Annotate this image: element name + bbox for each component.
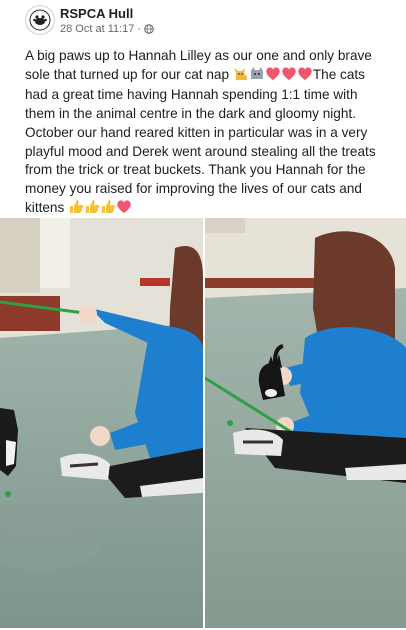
page-name-link[interactable]: RSPCA Hull xyxy=(60,6,133,21)
post-meta: 28 Oct at 11:17 · xyxy=(60,23,154,35)
cat-face-emoji-icon xyxy=(249,66,265,87)
photo-left[interactable] xyxy=(0,218,203,628)
thumbs-up-emoji-icon xyxy=(68,199,84,220)
post-text: A big paws up to Hannah Lilley as our on… xyxy=(25,47,385,219)
heart-emoji-icon xyxy=(116,199,132,220)
photo-left-image xyxy=(0,218,203,628)
post-timestamp[interactable]: 28 Oct at 11:17 xyxy=(60,23,134,35)
rspca-logo-icon xyxy=(29,9,51,31)
page-avatar[interactable] xyxy=(25,5,55,35)
thumbs-up-emoji-icon xyxy=(100,199,116,220)
heart-emoji-icon xyxy=(265,66,281,87)
meta-separator: · xyxy=(137,23,142,35)
thumbs-up-emoji-icon xyxy=(84,199,100,220)
photo-grid xyxy=(0,218,406,628)
globe-icon[interactable] xyxy=(144,24,154,34)
post-text-part2: The cats had a great time having Hannah … xyxy=(25,66,376,215)
post-header: RSPCA Hull 28 Oct at 11:17 · xyxy=(0,0,406,40)
cat-emoji-icon xyxy=(233,66,249,87)
heart-emoji-icon xyxy=(297,66,313,87)
heart-emoji-icon xyxy=(281,66,297,87)
photo-right[interactable] xyxy=(205,218,406,628)
photo-right-image xyxy=(205,218,406,628)
